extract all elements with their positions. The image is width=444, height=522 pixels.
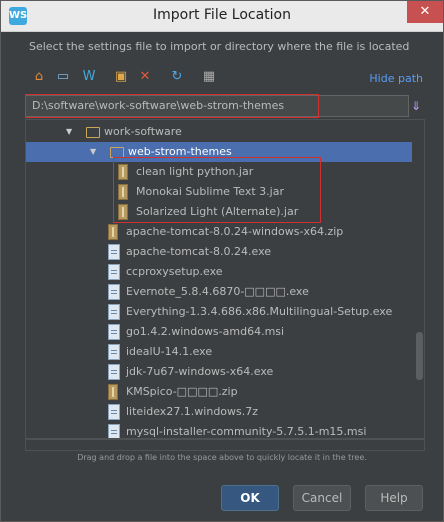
tree-file-row[interactable]: go1.4.2.windows-amd64.msi — [26, 322, 412, 342]
file-icon — [108, 324, 120, 340]
help-button[interactable]: Help — [365, 485, 423, 511]
tree-file-row[interactable]: Everything-1.3.4.686.x86.Multilingual-Se… — [26, 302, 412, 322]
delete-icon[interactable]: ✕ — [135, 67, 155, 87]
file-icon — [108, 364, 120, 380]
webstorm-icon[interactable]: W — [79, 67, 99, 87]
import-file-location-dialog: WS Import File Location ✕ Select the set… — [0, 0, 444, 522]
cancel-button[interactable]: Cancel — [293, 485, 351, 511]
dialog-title: Import File Location — [152, 7, 291, 23]
tree-item-label: mysql-installer-community-5.7.5.1-m15.ms… — [126, 425, 367, 438]
tree-item-label: jdk-7u67-windows-x64.exe — [126, 365, 274, 378]
tree-file-row[interactable]: liteidex27.1.windows.7z — [26, 402, 412, 422]
tree-file-row[interactable]: jdk-7u67-windows-x64.exe — [26, 362, 412, 382]
tree-item-label: apache-tomcat-8.0.24.exe — [126, 245, 272, 258]
title-bar: WS Import File Location ✕ — [1, 1, 443, 32]
close-button[interactable]: ✕ — [407, 1, 443, 23]
vertical-scrollbar-thumb[interactable] — [416, 332, 423, 380]
file-icon — [108, 284, 120, 300]
refresh-icon[interactable]: ↻ — [167, 67, 187, 87]
path-history-icon[interactable]: ⇓ — [411, 97, 423, 115]
tree-item-label: liteidex27.1.windows.7z — [126, 405, 259, 418]
tree-file-row[interactable]: apache-tomcat-8.0.24-windows-x64.zip — [26, 222, 412, 242]
tree-item-label: ccproxysetup.exe — [126, 265, 223, 278]
jar-icon — [108, 224, 118, 240]
horizontal-scrollbar[interactable] — [25, 439, 425, 451]
path-highlight-box — [25, 94, 319, 118]
tree-item-label: work-software — [104, 125, 182, 138]
file-icon — [108, 344, 120, 360]
tree-file-row[interactable]: mysql-installer-community-5.7.5.1-m15.ms… — [26, 422, 412, 438]
home-icon[interactable]: ⌂ — [29, 67, 49, 87]
show-hidden-icon[interactable]: ▦ — [199, 67, 219, 87]
expand-arrow-icon[interactable]: ▼ — [90, 142, 100, 162]
tree-item-label: Evernote_5.8.4.6870-□□□□.exe — [126, 285, 309, 298]
jar-icon — [108, 384, 118, 400]
file-icon — [108, 404, 120, 420]
tree-file-row[interactable]: Evernote_5.8.4.6870-□□□□.exe — [26, 282, 412, 302]
hide-path-link[interactable]: Hide path — [369, 72, 423, 85]
tree-item-label: Everything-1.3.4.686.x86.Multilingual-Se… — [126, 305, 393, 318]
folder-icon — [86, 127, 100, 138]
drag-drop-hint: Drag and drop a file into the space abov… — [77, 453, 367, 462]
tree-item-label: KMSpico-□□□□.zip — [126, 385, 238, 398]
vertical-scrollbar-track[interactable] — [414, 120, 424, 438]
ok-button[interactable]: OK — [221, 485, 279, 511]
tree-item-label: go1.4.2.windows-amd64.msi — [126, 325, 285, 338]
file-icon — [108, 264, 120, 280]
tree-file-row[interactable]: apache-tomcat-8.0.24.exe — [26, 242, 412, 262]
jar-files-highlight-box — [113, 157, 321, 223]
tree-file-row[interactable]: ccproxysetup.exe — [26, 262, 412, 282]
file-icon — [108, 304, 120, 320]
tree-file-row[interactable]: idealU-14.1.exe — [26, 342, 412, 362]
tree-item-label: apache-tomcat-8.0.24-windows-x64.zip — [126, 225, 344, 238]
tree-folder-row[interactable]: ▼ work-software — [26, 122, 412, 142]
new-folder-icon[interactable]: ▣ — [111, 67, 131, 87]
tree-item-label: idealU-14.1.exe — [126, 345, 213, 358]
desktop-icon[interactable]: ▭ — [53, 67, 73, 87]
file-icon — [108, 424, 120, 438]
instructions-text: Select the settings file to import or di… — [29, 40, 410, 53]
file-icon — [108, 244, 120, 260]
tree-file-row[interactable]: KMSpico-□□□□.zip — [26, 382, 412, 402]
expand-arrow-icon[interactable]: ▼ — [66, 122, 76, 142]
